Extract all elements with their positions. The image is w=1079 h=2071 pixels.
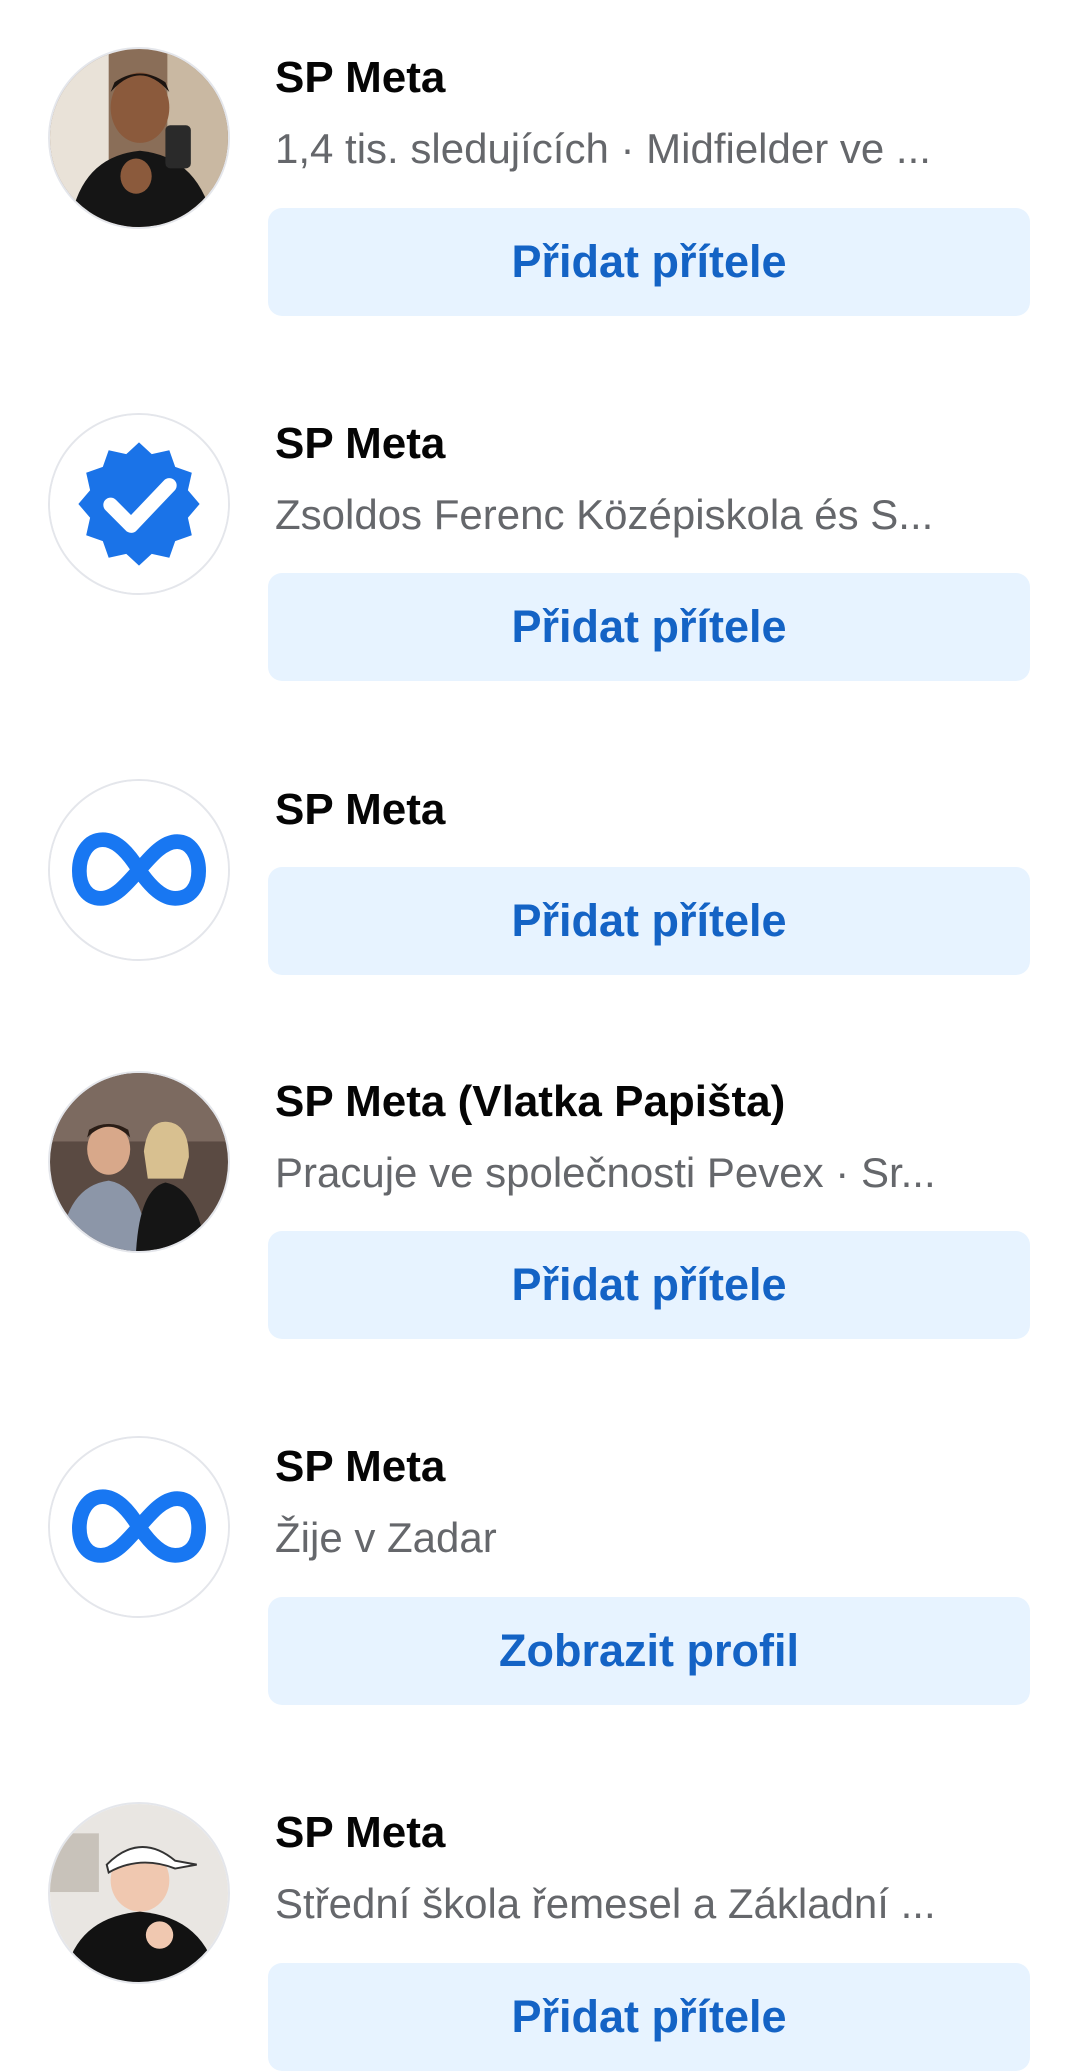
add-friend-button-label: Přidat přítele: [511, 1991, 787, 2042]
add-friend-button-label: Přidat přítele: [511, 601, 787, 652]
result-subtitle: Žije v Zadar: [275, 1514, 497, 1561]
profile-avatar[interactable]: [48, 1436, 230, 1618]
result-name[interactable]: SP Meta: [275, 53, 445, 103]
meta-logo-icon: [50, 1438, 228, 1616]
result-subtitle: Pracuje ve společnosti Pevex · Sr...: [275, 1149, 936, 1196]
result-name[interactable]: SP Meta: [275, 1442, 445, 1492]
result-name[interactable]: SP Meta: [275, 419, 445, 469]
result-name[interactable]: SP Meta: [275, 1808, 445, 1858]
result-subtitle: Zsoldos Ferenc Középiskola és S...: [275, 491, 934, 538]
meta-logo-icon: [50, 781, 228, 959]
add-friend-button-label: Přidat přítele: [511, 236, 787, 287]
add-friend-button[interactable]: Přidat přítele: [268, 1231, 1030, 1339]
profile-avatar[interactable]: [48, 1071, 230, 1253]
result-subtitle: 1,4 tis. sledujících · Midfielder ve ...: [275, 125, 931, 172]
view-profile-button-label: Zobrazit profil: [499, 1625, 799, 1676]
view-profile-button[interactable]: Zobrazit profil: [268, 1597, 1030, 1705]
profile-avatar[interactable]: [48, 47, 230, 229]
add-friend-button[interactable]: Přidat přítele: [268, 1963, 1030, 2071]
profile-avatar[interactable]: [48, 779, 230, 961]
add-friend-button[interactable]: Přidat přítele: [268, 208, 1030, 316]
profile-avatar[interactable]: [48, 413, 230, 595]
add-friend-button-label: Přidat přítele: [511, 1259, 787, 1310]
result-subtitle: Střední škola řemesel a Základní ...: [275, 1880, 936, 1927]
verified-badge-icon: [50, 415, 228, 593]
result-name[interactable]: SP Meta: [275, 785, 445, 835]
add-friend-button[interactable]: Přidat přítele: [268, 867, 1030, 975]
profile-avatar[interactable]: [48, 1802, 230, 1984]
add-friend-button[interactable]: Přidat přítele: [268, 573, 1030, 681]
result-name[interactable]: SP Meta (Vlatka Papišta): [275, 1077, 785, 1127]
profile-photo: [50, 1804, 228, 1982]
profile-photo: [50, 49, 228, 227]
add-friend-button-label: Přidat přítele: [511, 895, 787, 946]
profile-photo: [50, 1073, 228, 1251]
